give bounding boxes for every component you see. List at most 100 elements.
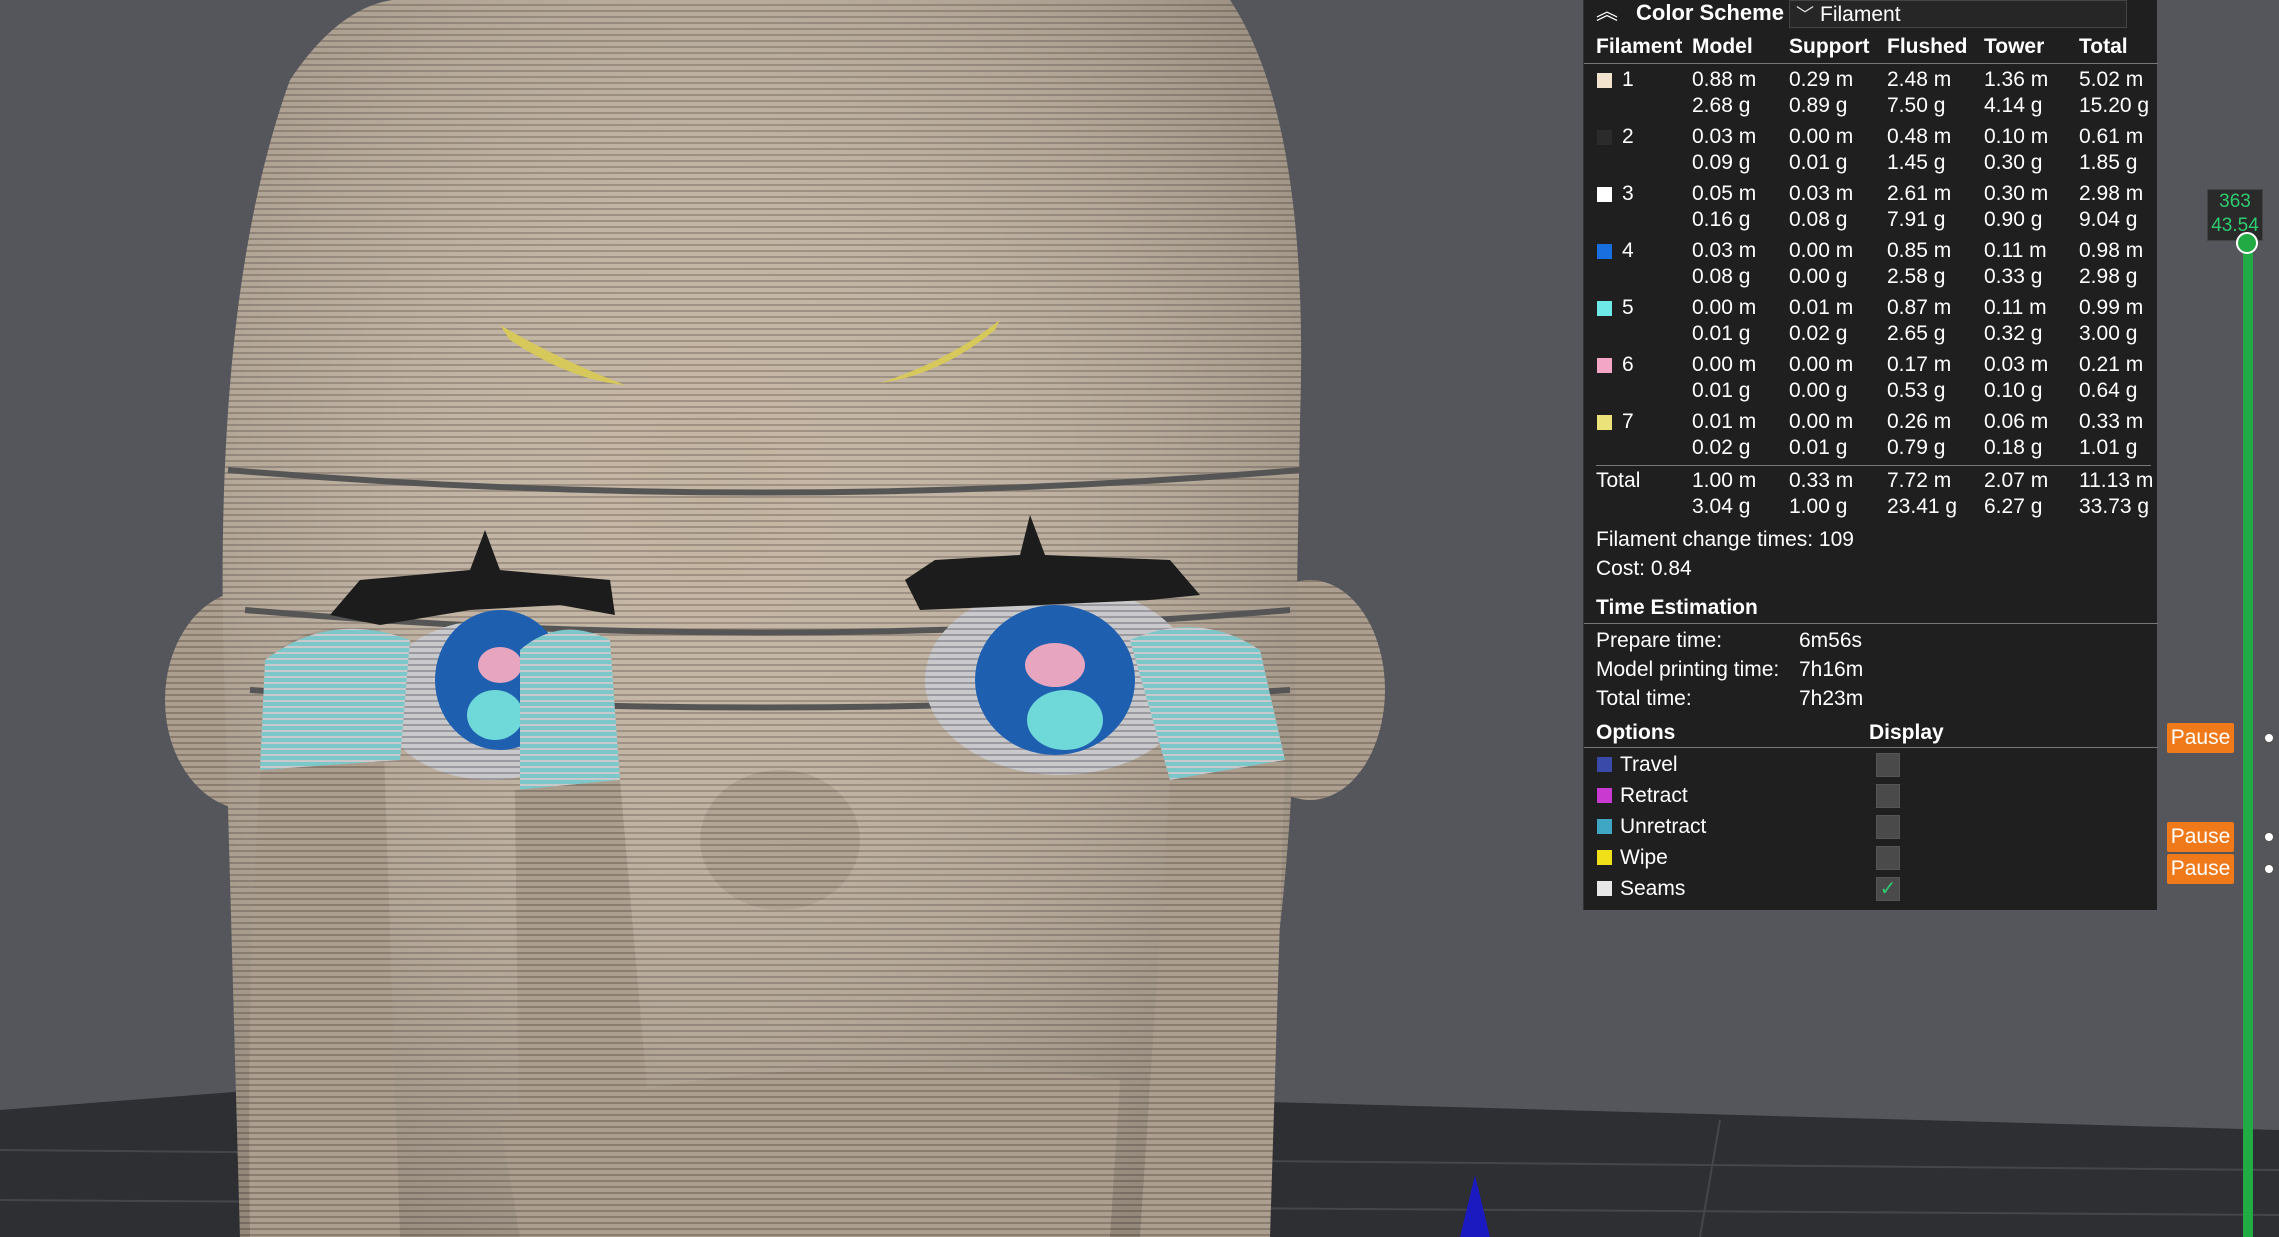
filament-flushed: 2.48 m 7.50 g — [1887, 67, 1997, 119]
total-flushed-length: 7.72 m — [1887, 469, 1952, 492]
filament-support: 0.00 m 0.00 g — [1789, 352, 1899, 404]
filament-id: 1 — [1622, 68, 1634, 91]
filament-tower: 0.10 m 0.30 g — [1984, 124, 2094, 176]
filament-total-length: 5.02 m — [2079, 68, 2144, 91]
filament-tower-length: 0.03 m — [1984, 353, 2049, 376]
filament-total-length: 0.21 m — [2079, 353, 2144, 376]
checkmark-icon: ✓ — [1879, 878, 1897, 900]
option-retract: Retract — [1584, 783, 2158, 813]
option-label: Unretract — [1620, 815, 1707, 838]
header-filament: Filament — [1596, 35, 1683, 58]
filament-tower-length: 0.30 m — [1984, 182, 2049, 205]
total-model-length: 1.00 m — [1692, 469, 1757, 492]
filament-total: 0.33 m 1.01 g — [2079, 409, 2158, 461]
filament-tower: 0.11 m 0.33 g — [1984, 238, 2094, 290]
filament-flushed-length: 0.87 m — [1887, 296, 1952, 319]
filament-id: 2 — [1622, 125, 1634, 148]
filament-row: 2 0.03 m 0.09 g 0.00 m 0.01 g 0.48 m 1.45 g 0.1… — [1584, 124, 2158, 180]
filament-flushed: 0.87 m 2.65 g — [1887, 295, 1997, 347]
filament-support-length: 0.29 m — [1789, 68, 1854, 91]
total-time-value: 7h23m — [1799, 687, 1864, 710]
pause-button[interactable]: Pause — [2167, 854, 2234, 884]
filament-support-weight: 0.00 g — [1789, 379, 1848, 402]
filament-model-weight: 0.01 g — [1692, 379, 1751, 402]
filament-support-length: 0.00 m — [1789, 239, 1854, 262]
pause-marker[interactable] — [2263, 732, 2275, 744]
total-total-length: 11.13 m — [2079, 469, 2154, 492]
filament-tower-weight: 0.33 g — [1984, 265, 2043, 288]
filament-total: 0.98 m 2.98 g — [2079, 238, 2158, 290]
option-color-swatch — [1597, 819, 1612, 834]
option-unretract: Unretract — [1584, 814, 2158, 844]
filament-color-swatch — [1597, 187, 1612, 202]
filament-model-length: 0.88 m — [1692, 68, 1757, 91]
filament-tower-weight: 4.14 g — [1984, 94, 2043, 117]
prepare-time-label: Prepare time: — [1596, 629, 1723, 652]
pause-button[interactable]: Pause — [2167, 723, 2234, 753]
color-scheme-title: Color Scheme — [1636, 0, 1784, 25]
pause-marker[interactable] — [2263, 831, 2275, 843]
total-support: 0.33 m 1.00 g — [1789, 468, 1899, 520]
filament-total-weight: 0.64 g — [2079, 379, 2138, 402]
filament-model-length: 0.00 m — [1692, 296, 1757, 319]
filament-total-length: 0.61 m — [2079, 125, 2144, 148]
filament-support-length: 0.00 m — [1789, 410, 1854, 433]
filament-row: 5 0.00 m 0.01 g 0.01 m 0.02 g 0.87 m 2.65 g 0.1… — [1584, 295, 2158, 351]
divider — [1584, 63, 2158, 64]
total-total: 11.13 m 33.73 g — [2079, 468, 2158, 520]
filament-total: 0.21 m 0.64 g — [2079, 352, 2158, 404]
filament-total-weight: 1.01 g — [2079, 436, 2138, 459]
total-tower-length: 2.07 m — [1984, 469, 2049, 492]
filament-tower: 0.11 m 0.32 g — [1984, 295, 2094, 347]
layer-slider-track[interactable] — [2243, 243, 2253, 1237]
display-checkbox[interactable] — [1876, 753, 1900, 777]
filament-total-length: 0.33 m — [2079, 410, 2144, 433]
filament-support: 0.01 m 0.02 g — [1789, 295, 1899, 347]
pause-button[interactable]: Pause — [2167, 822, 2234, 852]
cost: Cost: 0.84 — [1596, 557, 1692, 580]
model-printing-time-value: 7h16m — [1799, 658, 1864, 681]
option-label: Seams — [1620, 877, 1686, 900]
filament-support-weight: 0.01 g — [1789, 436, 1848, 459]
header-support: Support — [1789, 35, 1870, 58]
header-tower: Tower — [1984, 35, 2045, 58]
option-color-swatch — [1597, 881, 1612, 896]
option-label: Retract — [1620, 784, 1688, 807]
filament-support-weight: 0.08 g — [1789, 208, 1848, 231]
filament-flushed-weight: 0.53 g — [1887, 379, 1946, 402]
filament-tower-length: 0.11 m — [1984, 296, 2047, 319]
filament-flushed: 0.17 m 0.53 g — [1887, 352, 1997, 404]
total-total-weight: 33.73 g — [2079, 495, 2150, 518]
filament-model-weight: 0.16 g — [1692, 208, 1751, 231]
prepare-time-value: 6m56s — [1799, 629, 1863, 652]
option-color-swatch — [1597, 757, 1612, 772]
chevron-up-icon[interactable]: ︽ — [1596, 0, 1622, 26]
total-model: 1.00 m 3.04 g — [1692, 468, 1802, 520]
display-checkbox[interactable] — [1876, 815, 1900, 839]
option-label: Wipe — [1620, 846, 1668, 869]
option-wipe: Wipe — [1584, 845, 2158, 875]
filament-support-weight: 0.00 g — [1789, 265, 1848, 288]
filament-row: 1 0.88 m 2.68 g 0.29 m 0.89 g 2.48 m 7.50 g 1.3… — [1584, 67, 2158, 123]
filament-support-length: 0.00 m — [1789, 353, 1854, 376]
options-header: Options — [1596, 721, 1676, 744]
color-scheme-dropdown[interactable]: ﹀ Filament — [1789, 0, 2127, 28]
pause-marker[interactable] — [2263, 863, 2275, 875]
layer-slider-thumb[interactable] — [2236, 232, 2258, 254]
filament-tower-weight: 0.32 g — [1984, 322, 2043, 345]
display-checkbox[interactable] — [1876, 846, 1900, 870]
filament-flushed-weight: 0.79 g — [1887, 436, 1946, 459]
display-checkbox[interactable] — [1876, 784, 1900, 808]
filament-model-length: 0.03 m — [1692, 239, 1757, 262]
display-header: Display — [1869, 721, 1944, 744]
option-label: Travel — [1620, 753, 1678, 776]
filament-model-length: 0.05 m — [1692, 182, 1757, 205]
display-checkbox[interactable]: ✓ — [1876, 877, 1900, 901]
filament-row: 3 0.05 m 0.16 g 0.03 m 0.08 g 2.61 m 7.91 g 0.3… — [1584, 181, 2158, 237]
filament-tower: 0.06 m 0.18 g — [1984, 409, 2094, 461]
filament-total-weight: 2.98 g — [2079, 265, 2138, 288]
filament-total: 0.61 m 1.85 g — [2079, 124, 2158, 176]
filament-flushed-length: 0.26 m — [1887, 410, 1952, 433]
filament-support-weight: 0.01 g — [1789, 151, 1848, 174]
filament-model-weight: 0.02 g — [1692, 436, 1751, 459]
